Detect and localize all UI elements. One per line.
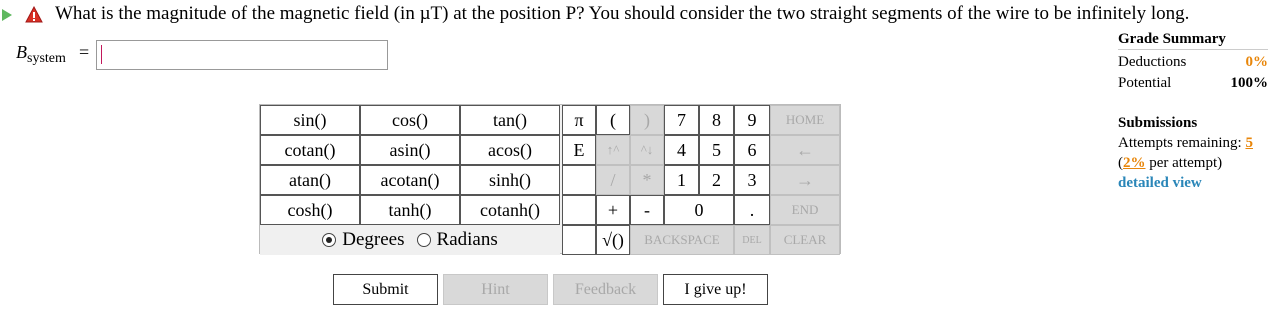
key-right-paren-label [616,105,630,135]
key-multiply[interactable]: * [630,165,664,195]
equals-sign: = [79,42,90,62]
key-power-up[interactable]: ↑^ [596,135,630,165]
key-asin[interactable]: asin() [360,135,460,165]
submissions-title: Submissions [1118,115,1198,131]
key-power-down[interactable]: ^↓ [630,135,664,165]
key-9[interactable]: 9 [734,105,770,135]
key-tan[interactable]: tan() [460,105,560,135]
key-cos[interactable]: cos() [360,105,460,135]
key-plus[interactable]: + [596,195,630,225]
key-atan[interactable]: atan() [260,165,360,195]
key-minus[interactable]: - [630,195,664,225]
deductions-label: Deductions [1118,54,1187,70]
key-end[interactable]: END [770,195,840,225]
key-3[interactable]: 3 [734,165,770,195]
attempts-label: Attempts remaining: [1118,135,1242,151]
key-cosh[interactable]: cosh() [260,195,360,225]
key-right-paren[interactable]: ) [630,105,664,135]
text-caret [101,45,102,64]
key-e[interactable]: E [562,135,596,165]
key-blank [562,165,596,195]
per-attempt-text: per attempt) [1145,155,1223,171]
variable-symbol: B [16,42,27,62]
key-blank [562,195,596,225]
variable-subscript: system [27,51,66,66]
key-cursor-right[interactable]: → [770,165,840,195]
divider [1118,49,1268,50]
key-acos[interactable]: acos() [460,135,560,165]
key-backspace[interactable]: BACKSPACE [630,225,734,255]
key-pi[interactable]: π [562,105,596,135]
degrees-radio[interactable] [322,233,337,247]
key-home[interactable]: HOME [770,105,840,135]
warning-icon [25,6,43,23]
submit-button[interactable]: Submit [333,274,438,305]
feedback-button[interactable]: Feedback [553,274,658,305]
key-cursor-left[interactable]: ← [770,135,840,165]
key-clear[interactable]: CLEAR [770,225,840,255]
key-sin[interactable]: sin() [260,105,360,135]
give-up-button[interactable]: I give up! [663,274,768,305]
detailed-view-link[interactable]: detailed view [1118,173,1283,193]
key-cotanh[interactable]: cotanh() [460,195,560,225]
answer-input[interactable] [96,40,388,70]
key-6[interactable]: 6 [734,135,770,165]
radians-label: Radians [436,229,498,250]
potential-value: 100% [1230,75,1269,91]
key-blank [562,225,596,255]
grade-summary: Grade Summary Deductions 0% Potential 10… [1118,31,1268,94]
grade-summary-title: Grade Summary [1118,31,1226,47]
submissions-panel: Submissions Attempts remaining: 5 (2% pe… [1118,113,1283,193]
key-delete[interactable]: DEL [734,225,770,255]
potential-label: Potential [1118,75,1172,91]
key-7[interactable]: 7 [664,105,699,135]
attempts-value: 5 [1245,135,1253,151]
question-text: What is the magnitude of the magnetic fi… [55,3,1190,24]
key-sinh[interactable]: sinh() [460,165,560,195]
deductions-value: 0% [1245,54,1269,70]
math-keypad: sin() cos() tan() cotan() asin() acos() … [259,104,841,255]
key-tanh[interactable]: tanh() [360,195,460,225]
key-0[interactable]: 0 [664,195,734,225]
degrees-label: Degrees [342,229,405,250]
answer-variable-label: Bsystem [16,42,66,67]
key-sqrt[interactable]: √() [596,225,630,255]
play-icon[interactable] [2,9,12,21]
key-acotan[interactable]: acotan() [360,165,460,195]
key-5[interactable]: 5 [699,135,734,165]
key-divide[interactable]: / [596,165,630,195]
key-8[interactable]: 8 [699,105,734,135]
per-attempt-value: 2% [1123,155,1146,171]
key-decimal[interactable]: . [734,195,770,225]
key-cotan[interactable]: cotan() [260,135,360,165]
angle-mode-selector: Degrees Radians [260,225,560,255]
hint-button[interactable]: Hint [443,274,548,305]
radians-radio[interactable] [416,233,431,247]
key-4[interactable]: 4 [664,135,699,165]
key-1[interactable]: 1 [664,165,699,195]
key-2[interactable]: 2 [699,165,734,195]
